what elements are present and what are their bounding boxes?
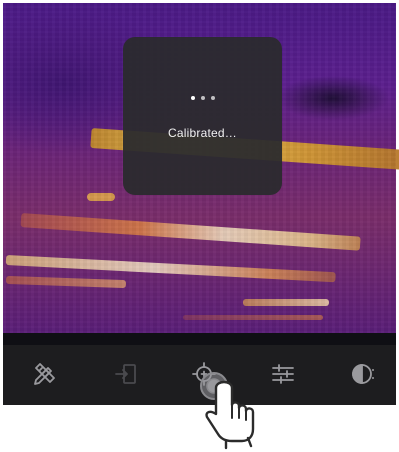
toast-message: Calibrated… [168, 126, 237, 140]
tools-button[interactable] [29, 359, 59, 389]
view-bottom-edge [3, 333, 396, 345]
adjust-button[interactable] [268, 359, 298, 389]
loading-dots [190, 96, 215, 100]
tools-icon [34, 363, 55, 385]
import-button[interactable] [111, 359, 141, 389]
loading-dot [200, 96, 205, 100]
sliders-icon [272, 364, 294, 384]
loading-dot [190, 96, 195, 100]
palette-button[interactable] [348, 359, 378, 389]
loading-dot [210, 96, 215, 100]
tap-hand-cursor-icon [200, 372, 255, 450]
palette-icon [352, 364, 374, 384]
import-icon [115, 364, 136, 384]
calibration-toast: Calibrated… [123, 37, 282, 195]
